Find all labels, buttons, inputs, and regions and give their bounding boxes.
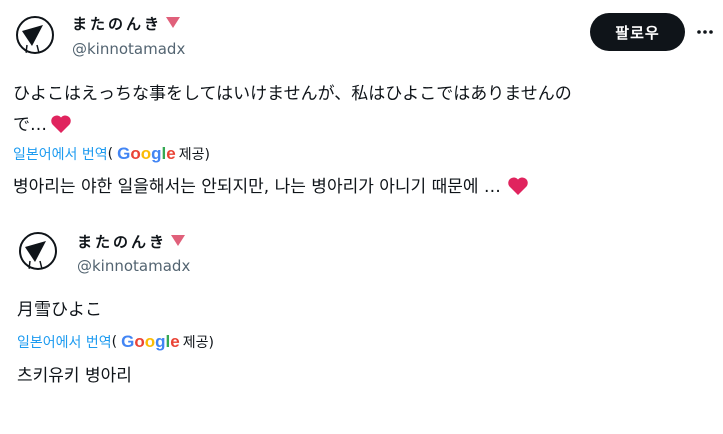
pink-triangle-emoji [171, 232, 186, 250]
quoted-text: 月雪ひよこ [17, 300, 102, 320]
google-logo: Google [117, 144, 176, 163]
provider-suffix: 제공) [178, 147, 210, 163]
quoted-author-display-name[interactable]: またのんき [77, 231, 186, 252]
quoted-avatar[interactable] [18, 231, 58, 271]
translate-link[interactable]: 일본어에서 번역 [13, 144, 108, 164]
translation-attribution: 일본어에서 번역 ( Google 제공) [13, 144, 210, 164]
quoted-translated-text: 츠키유키 병아리 [17, 366, 132, 386]
red-heart-emoji [50, 114, 72, 144]
quoted-translation-attribution: 일본어에서 번역 ( Google 제공) [17, 332, 214, 352]
quoted-translate-link[interactable]: 일본어에서 번역 [17, 332, 112, 352]
pink-triangle-emoji [166, 14, 181, 32]
author-handle[interactable]: @kinnotamadx [72, 40, 185, 58]
post-text: ひよこはえっちな事をしてはいけませんが、私はひよこではありませんの [13, 84, 572, 104]
post-text-line2: で… [13, 110, 72, 144]
more-horizontal-icon[interactable] [693, 20, 717, 44]
red-heart-emoji [507, 176, 529, 206]
google-logo: Google [121, 332, 180, 351]
author-display-name[interactable]: またのんき [72, 13, 181, 34]
paren: ( [107, 146, 114, 162]
quoted-author-handle[interactable]: @kinnotamadx [77, 257, 190, 275]
follow-button[interactable]: 팔로우 [590, 13, 685, 51]
avatar[interactable] [15, 15, 55, 55]
translated-text: 병아리는 야한 일을해서는 안되지만, 나는 병아리가 아니기 때문에 … [13, 172, 529, 206]
provider-suffix: 제공) [182, 335, 214, 351]
paren: ( [111, 334, 118, 350]
